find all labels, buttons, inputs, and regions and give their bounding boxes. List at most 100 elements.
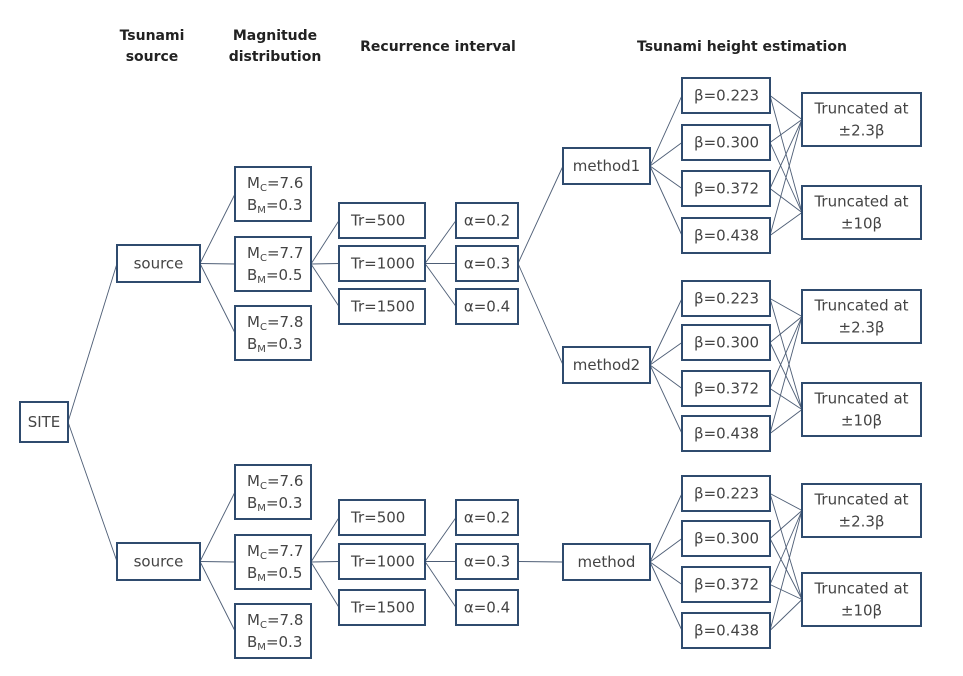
bottom-edge-source-magnitude	[199, 491, 236, 562]
top-alpha-node-2-text: α=0.3	[464, 255, 510, 273]
bottom-recurrence-node-3: Tr=1500	[338, 589, 426, 626]
top-edge-source-magnitude	[199, 263, 236, 265]
bottom-edge-recurrence-alpha	[424, 517, 457, 562]
bottom-recurrence-node-3-text: Tr=1500	[350, 599, 415, 617]
bottom-recurrence-node-1: Tr=500	[338, 499, 426, 536]
bottom-magnitude-node-2-text: BM=0.5	[247, 564, 302, 584]
top-m2-truncation-node-2-text: Truncated at	[813, 390, 908, 408]
top-m2-beta-node-2-text: β=0.300	[694, 334, 759, 352]
bottom-m1-beta-node-2-text: β=0.300	[694, 530, 759, 548]
bottom-m1-truncation-node-2: Truncated at ±10β	[801, 572, 922, 627]
bottom-edge-source-magnitude	[199, 561, 236, 563]
top-alpha-node-3: α=0.4	[455, 288, 519, 325]
header-tsunami-height-estimation: Tsunami height estimation	[637, 39, 847, 55]
top-magnitude-node-3: MC=7.8BM=0.3	[234, 305, 312, 361]
bottom-magnitude-node-2-text: MC=7.7	[247, 542, 303, 562]
top-alpha-node-2: α=0.3	[455, 245, 519, 282]
bottom-recurrence-node-1-text: Tr=500	[350, 509, 405, 527]
bottom-alpha-node-1-text: α=0.2	[464, 509, 510, 527]
bottom-edge-alpha-method	[517, 561, 564, 563]
top-m1-truncation-node-1: Truncated at ±2.3β	[801, 92, 922, 147]
top-m2-beta-node-3-text: β=0.372	[694, 380, 759, 398]
bottom-edge-beta-truncation	[769, 510, 803, 631]
top-m2-truncation-node-2: Truncated at ±10β	[801, 382, 922, 437]
bottom-method-node-1: method	[562, 543, 651, 581]
bottom-magnitude-node-3-text: MC=7.8	[247, 611, 303, 631]
bottom-edge-beta-truncation	[769, 584, 803, 600]
top-m1-beta-node-4: β=0.438	[681, 217, 771, 254]
top-edge-method-beta	[649, 95, 683, 167]
bottom-alpha-node-2: α=0.3	[455, 543, 519, 580]
header-magnitude-line2: distribution	[229, 49, 322, 65]
logic-tree-svg: SITEsourceMC=7.6BM=0.3MC=7.7BM=0.5MC=7.8…	[19, 28, 922, 659]
bottom-edge-magnitude-recurrence	[310, 517, 340, 563]
header-tsunami-source-line2: source	[126, 49, 179, 65]
bottom-edge-method-beta	[649, 561, 683, 631]
top-alpha-node-1-text: α=0.2	[464, 212, 510, 230]
top-edge-method-beta	[649, 364, 683, 389]
top-edge-beta-truncation	[769, 95, 803, 120]
top-m1-truncation-node-2-text: Truncated at	[813, 193, 908, 211]
bottom-edge-beta-truncation	[769, 510, 803, 539]
bottom-edge-method-beta	[649, 493, 683, 563]
bottom-m1-beta-node-3: β=0.372	[681, 566, 771, 603]
header-recurrence-interval: Recurrence interval	[360, 39, 516, 55]
top-edge-beta-truncation	[769, 316, 803, 434]
bottom-m1-beta-node-2: β=0.300	[681, 520, 771, 557]
top-recurrence-node-2: Tr=1000	[338, 245, 426, 282]
top-edge-magnitude-recurrence	[310, 263, 340, 307]
top-edge-method-beta	[649, 342, 683, 366]
bottom-edge-magnitude-recurrence	[310, 561, 340, 608]
top-edge-recurrence-alpha	[424, 263, 457, 307]
top-source-node: source	[116, 244, 201, 283]
top-edge-method-beta	[649, 298, 683, 366]
top-edge-beta-truncation	[769, 188, 803, 213]
bottom-magnitude-node-1-text: BM=0.3	[247, 494, 302, 514]
bottom-magnitude-node-2: MC=7.7BM=0.5	[234, 534, 312, 590]
top-alpha-node-1: α=0.2	[455, 202, 519, 239]
top-magnitude-node-3-text: MC=7.8	[247, 313, 303, 333]
site-node: SITE	[19, 401, 69, 443]
bottom-method-node-1-text: method	[578, 553, 636, 571]
bottom-recurrence-node-2: Tr=1000	[338, 543, 426, 580]
top-edge-beta-truncation	[769, 119, 803, 143]
top-m2-truncation-node-1-text: Truncated at	[813, 297, 908, 315]
top-m1-beta-node-1: β=0.223	[681, 77, 771, 114]
column-headers: Tsunami source Magnitude distribution Re…	[120, 28, 847, 65]
bottom-alpha-node-1: α=0.2	[455, 499, 519, 536]
top-m1-truncation-node-1-text: Truncated at	[813, 100, 908, 118]
bottom-edge-recurrence-alpha	[424, 561, 457, 608]
top-edge-method-beta	[649, 142, 683, 167]
top-edge-alpha-method	[517, 165, 564, 264]
top-m1-truncation-node-2-text: ±10β	[841, 215, 882, 233]
top-m1-beta-node-4-text: β=0.438	[694, 227, 759, 245]
top-m1-truncation-node-1-text: ±2.3β	[839, 122, 885, 140]
top-edge-method-beta	[649, 364, 683, 434]
logic-tree-diagram: SITE source MC=7.6 BM=0.3 MC=7.7 BM=0.5 MC=7.8…	[0, 0, 963, 676]
bottom-magnitude-node-1: MC=7.6BM=0.3	[234, 464, 312, 520]
top-m1-beta-node-2: β=0.300	[681, 124, 771, 161]
header-tsunami-source-line1: Tsunami	[120, 28, 185, 44]
top-edge-recurrence-alpha	[424, 220, 457, 264]
bottom-m1-beta-node-1: β=0.223	[681, 475, 771, 512]
bottom-m1-truncation-node-1: Truncated at ±2.3β	[801, 483, 922, 538]
top-m2-beta-node-4-text: β=0.438	[694, 425, 759, 443]
top-edge-site-source	[67, 263, 118, 423]
top-method-node-1-text: method1	[573, 157, 640, 175]
bottom-source-node: source	[116, 542, 201, 581]
top-recurrence-node-3: Tr=1500	[338, 288, 426, 325]
bottom-alpha-node-2-text: α=0.3	[464, 553, 510, 571]
top-magnitude-node-1-text: MC=7.6	[247, 174, 303, 194]
top-alpha-node-3-text: α=0.4	[464, 298, 510, 316]
top-method-node-2-text: method2	[573, 356, 640, 374]
top-m2-beta-node-4: β=0.438	[681, 415, 771, 452]
top-edge-beta-truncation	[769, 409, 803, 434]
bottom-recurrence-node-2-text: Tr=1000	[350, 553, 415, 571]
top-recurrence-node-1-text: Tr=500	[350, 212, 405, 230]
top-m1-truncation-node-2: Truncated at ±10β	[801, 185, 922, 240]
bottom-m1-truncation-node-2-text: ±10β	[841, 602, 882, 620]
top-m2-beta-node-3: β=0.372	[681, 370, 771, 407]
bottom-source-node-text: source	[134, 553, 184, 571]
top-edge-beta-truncation	[769, 298, 803, 410]
top-edge-magnitude-recurrence	[310, 220, 340, 265]
